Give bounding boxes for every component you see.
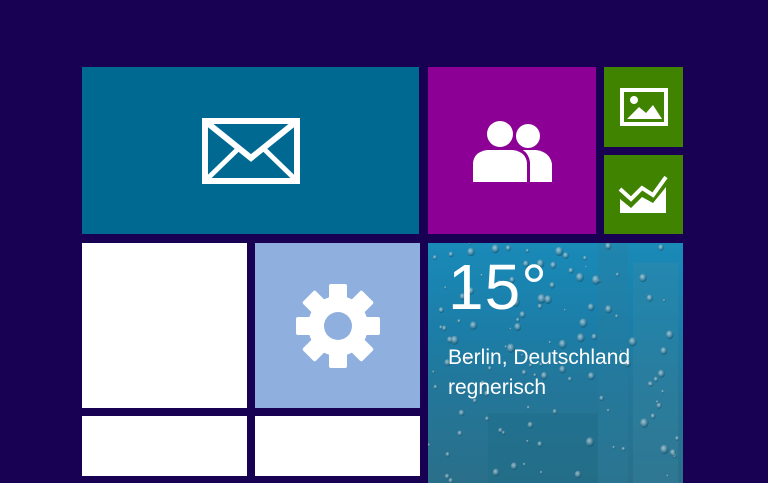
raindrop	[650, 413, 656, 419]
raindrop	[445, 452, 450, 457]
raindrop	[485, 416, 490, 422]
raindrop	[550, 261, 557, 269]
weather-condition: regnerisch	[448, 376, 547, 399]
people-tile[interactable]	[428, 67, 596, 234]
raindrop	[662, 298, 666, 302]
raindrop	[576, 333, 585, 343]
raindrop	[548, 340, 552, 345]
raindrop	[605, 305, 612, 314]
raindrop	[615, 272, 620, 277]
finance-tile[interactable]	[604, 155, 683, 234]
raindrop	[555, 246, 564, 257]
raindrop	[567, 376, 572, 382]
blank-tile[interactable]	[82, 416, 247, 476]
raindrop	[639, 273, 647, 283]
gear-icon	[295, 283, 380, 368]
raindrop	[527, 421, 534, 429]
raindrop	[526, 405, 531, 410]
raindrop	[428, 443, 431, 447]
raindrop	[587, 303, 595, 312]
raindrop	[591, 275, 601, 285]
raindrop	[579, 318, 588, 328]
raindrop	[665, 330, 674, 340]
raindrop	[660, 444, 669, 455]
raindrop	[585, 437, 595, 447]
raindrop	[537, 441, 543, 448]
finance-chart-icon	[618, 175, 668, 213]
raindrop	[468, 243, 472, 245]
raindrop	[526, 439, 529, 443]
raindrop	[658, 244, 664, 251]
raindrop	[621, 446, 626, 452]
raindrop	[646, 294, 653, 302]
raindrop	[575, 272, 584, 282]
raindrop	[599, 395, 604, 401]
raindrop	[444, 286, 447, 290]
raindrop	[640, 418, 649, 428]
raindrop	[653, 376, 659, 383]
raindrop	[439, 325, 443, 330]
weather-temperature: 15°	[448, 251, 548, 323]
photo-icon	[619, 88, 668, 126]
settings-tile[interactable]	[255, 243, 420, 408]
raindrop	[433, 384, 438, 390]
raindrop	[510, 462, 518, 471]
raindrop	[669, 449, 677, 457]
raindrop	[432, 370, 435, 374]
raindrop	[606, 408, 610, 413]
raindrop	[438, 307, 444, 314]
raindrop	[552, 409, 558, 415]
raindrop	[661, 389, 665, 394]
blank-tile[interactable]	[82, 243, 247, 408]
raindrop	[509, 327, 512, 330]
raindrop	[656, 402, 662, 409]
raindrop	[514, 323, 522, 331]
raindrop	[492, 468, 500, 477]
raindrop	[448, 477, 454, 483]
raindrop	[432, 255, 438, 260]
raindrop	[657, 369, 665, 378]
raindrop	[666, 474, 669, 478]
raindrop	[458, 409, 465, 417]
raindrop	[585, 265, 587, 269]
mail-tile[interactable]	[82, 67, 419, 234]
raindrop	[574, 470, 582, 479]
raindrop	[675, 436, 680, 441]
mail-icon	[201, 117, 300, 184]
raindrop	[563, 308, 566, 312]
photos-tile[interactable]	[604, 67, 683, 147]
raindrop	[444, 473, 450, 480]
raindrop	[583, 255, 587, 261]
people-icon	[470, 118, 552, 182]
raindrop	[562, 252, 569, 259]
raindrop	[539, 470, 543, 474]
raindrop	[591, 333, 598, 341]
raindrop	[587, 372, 595, 380]
raindrop	[450, 335, 459, 345]
raindrop	[457, 430, 463, 437]
raindrop	[549, 282, 556, 289]
raindrop	[522, 462, 526, 467]
raindrop	[612, 445, 616, 449]
raindrop	[647, 381, 653, 387]
raindrop	[501, 430, 506, 435]
weather-location: Berlin, Deutschland	[448, 346, 631, 369]
raindrop	[615, 314, 619, 319]
weather-tile[interactable]: 15° Berlin, Deutschland regnerisch	[428, 243, 683, 483]
raindrop	[660, 347, 668, 355]
blank-tile[interactable]	[255, 416, 420, 476]
raindrop	[568, 267, 574, 274]
